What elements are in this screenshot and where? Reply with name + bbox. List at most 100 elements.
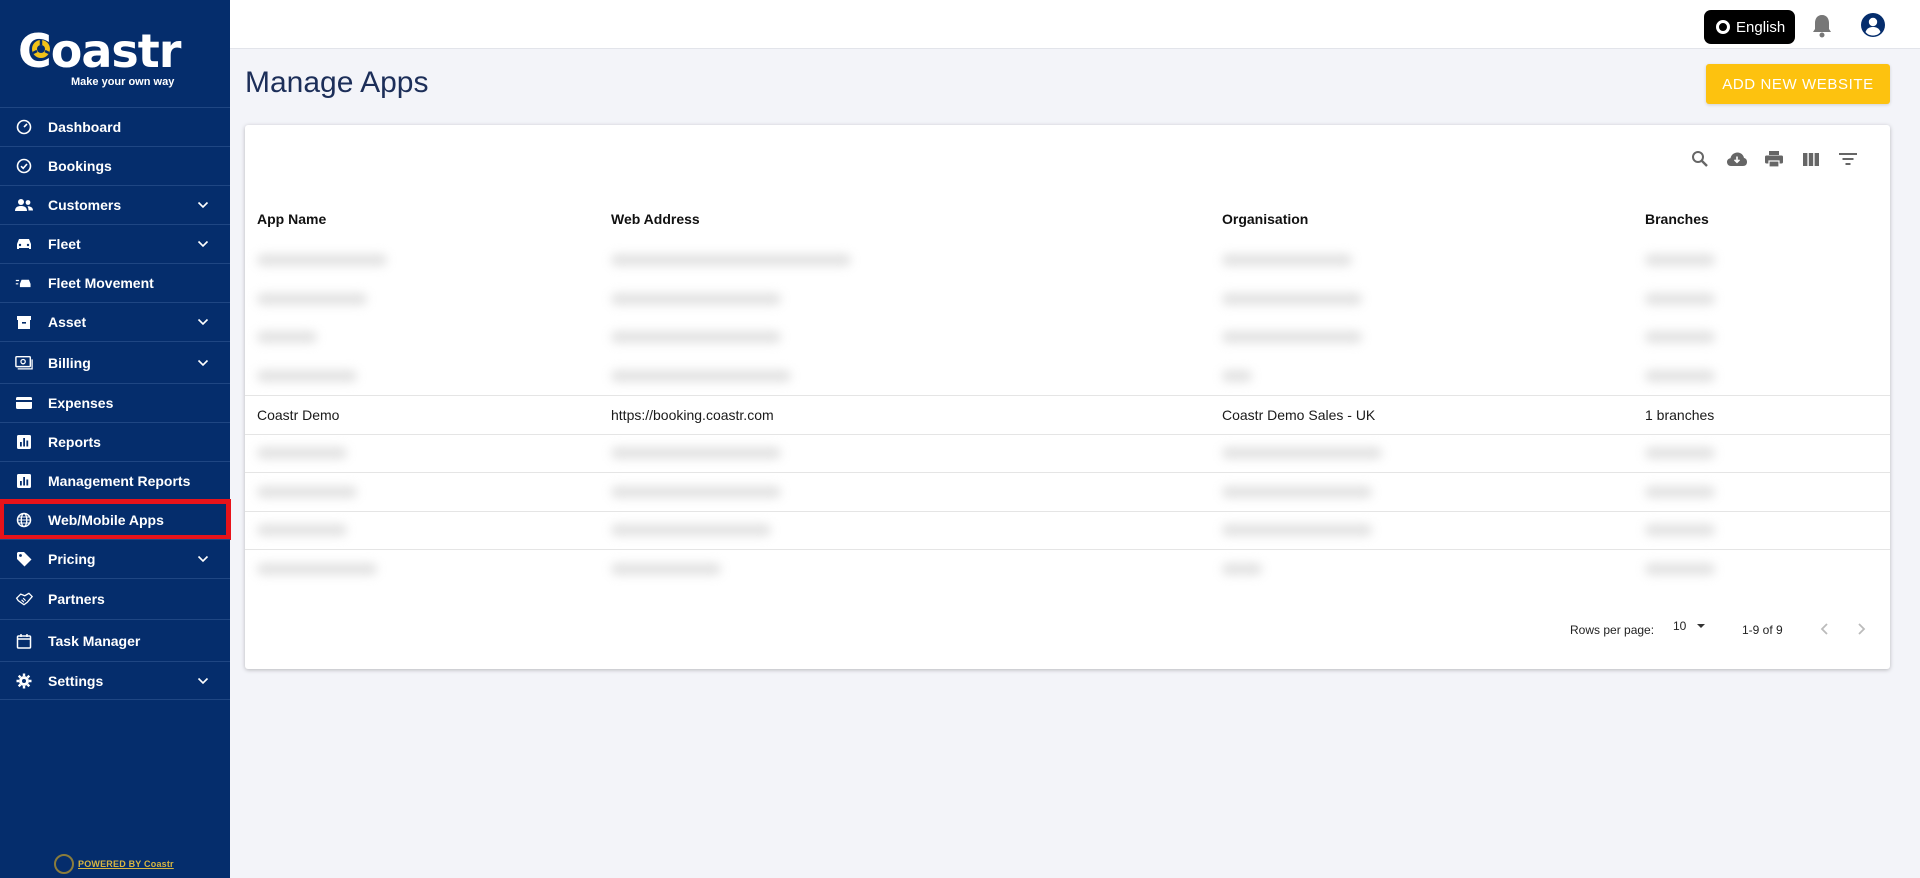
chevron-down-icon[interactable] [196,315,210,329]
table-body: Coastr Demo https://booking.coastr.com C… [245,241,1890,589]
sidebar-item-label: Settings [48,672,104,689]
column-header-web-address[interactable]: Web Address [611,211,700,227]
sidebar-item-pricing[interactable]: Pricing [0,539,230,578]
search-icon[interactable] [1688,147,1712,171]
column-header-branches[interactable]: Branches [1645,211,1709,227]
logo-steering-wheel-icon [32,40,50,58]
sidebar-item-label: Fleet Movement [48,275,154,291]
print-icon[interactable] [1762,147,1786,171]
cell-web-address: https://booking.coastr.com [611,406,774,423]
sidebar-item-label: Dashboard [48,119,122,135]
chevron-down-icon[interactable] [196,552,210,566]
next-page-icon[interactable] [1851,619,1871,639]
sidebar-item-partners[interactable]: Partners [0,578,230,619]
sidebar-item-settings[interactable]: Settings [0,661,230,700]
sidebar-item-label: Partners [48,591,105,607]
sidebar-item-asset[interactable]: Asset [0,302,230,341]
table-row[interactable] [245,280,1890,319]
dropdown-arrow-icon [1697,624,1706,628]
cell-branches: 1 branches [1645,406,1715,423]
logo-tagline: Make your own way [71,76,175,88]
table-row[interactable] [245,318,1890,357]
sidebar-item-management-reports[interactable]: Management Reports [0,461,230,500]
rows-per-page-label: Rows per page: [1570,623,1655,637]
table-row[interactable] [245,550,1890,589]
chevron-down-icon[interactable] [196,198,210,212]
sidebar-item-label: Customers [48,197,122,213]
sidebar-item-task-manager[interactable]: Task Manager [0,619,230,661]
sidebar-nav: Dashboard Bookings Customers Fleet Fleet Mov… [0,107,231,700]
table-header: App Name Web Address Organisation Branch… [245,211,1890,241]
rows-per-page-select[interactable]: 10 [1673,619,1708,633]
page-title: Manage Apps [245,66,429,99]
sidebar-item-label: Bookings [48,158,112,174]
chevron-down-icon[interactable] [196,237,210,251]
top-bar [230,0,1920,49]
table-row[interactable] [245,473,1890,512]
language-label: English [1736,18,1786,36]
sidebar-item-label: Fleet [48,236,81,252]
sidebar-item-label: Reports [48,434,101,450]
sidebar-item-billing[interactable]: Billing [0,341,230,383]
notifications-bell-icon[interactable] [1810,13,1834,39]
table-row[interactable] [245,357,1890,396]
column-header-app-name[interactable]: App Name [257,211,326,227]
archive-icon [15,313,33,331]
account-circle-icon[interactable] [1860,12,1886,38]
billing-icon [15,354,33,372]
sidebar-item-fleet[interactable]: Fleet [0,224,230,263]
add-new-website-button[interactable]: ADD NEW WEBSITE [1706,64,1890,104]
bar-chart-icon [15,472,33,490]
cell-organisation: Coastr Demo Sales - UK [1222,406,1376,423]
filter-list-icon[interactable] [1836,147,1860,171]
sidebar-item-label: Web/Mobile Apps [48,512,164,528]
calendar-icon [15,632,33,650]
powered-by-text: POWERED BY Coastr [78,859,174,869]
table-row[interactable] [245,512,1890,550]
sidebar-item-label: Task Manager [48,632,141,649]
sidebar-item-dashboard[interactable]: Dashboard [0,107,230,146]
car-transfer-icon [15,274,33,292]
handshake-icon [15,590,33,608]
sidebar-item-label: Management Reports [48,473,191,489]
table-pagination: Rows per page: 10 1-9 of 9 [245,615,1890,645]
chevron-down-icon[interactable] [196,356,210,370]
language-button[interactable]: English [1704,10,1795,44]
table-row[interactable] [245,435,1890,473]
sidebar-item-web-mobile-apps[interactable]: Web/Mobile Apps [0,499,231,540]
bar-chart-icon [15,433,33,451]
sidebar-item-label: Expenses [48,395,114,411]
credit-card-icon [15,394,33,412]
globe-icon [15,511,33,529]
apps-table-card: App Name Web Address Organisation Branch… [245,125,1890,669]
sidebar-item-fleet-movement[interactable]: Fleet Movement [0,263,230,302]
sidebar-item-customers[interactable]: Customers [0,185,230,224]
table-row[interactable] [245,241,1890,280]
coastr-logo[interactable]: Coastr Make your own way [18,24,208,94]
sidebar-item-bookings[interactable]: Bookings [0,146,230,185]
language-icon [1716,20,1730,34]
powered-by-badge: POWERED BY Coastr [54,854,178,874]
view-columns-icon[interactable] [1799,147,1823,171]
sidebar-item-expenses[interactable]: Expenses [0,383,230,422]
people-icon [15,196,33,214]
sidebar-item-reports[interactable]: Reports [0,422,230,461]
sidebar-item-label: Billing [48,354,91,371]
chevron-down-icon[interactable] [196,674,210,688]
cell-app-name: Coastr Demo [257,406,340,423]
rows-per-page-value: 10 [1673,619,1687,633]
car-icon [15,235,33,253]
tag-icon [15,550,33,568]
check-circle-icon [15,157,33,175]
pagination-range: 1-9 of 9 [1742,623,1783,637]
download-cloud-icon[interactable] [1725,147,1749,171]
sidebar-item-label: Asset [48,314,87,330]
powered-by-logo-icon [54,854,74,874]
table-row-coastr-demo[interactable]: Coastr Demo https://booking.coastr.com C… [245,396,1890,435]
sidebar: Coastr Make your own way Dashboard Bookin… [0,0,231,878]
sidebar-item-label: Pricing [48,551,96,567]
speedometer-icon [15,118,33,136]
previous-page-icon[interactable] [1815,619,1835,639]
column-header-organisation[interactable]: Organisation [1222,211,1308,227]
table-toolbar [1688,147,1860,171]
